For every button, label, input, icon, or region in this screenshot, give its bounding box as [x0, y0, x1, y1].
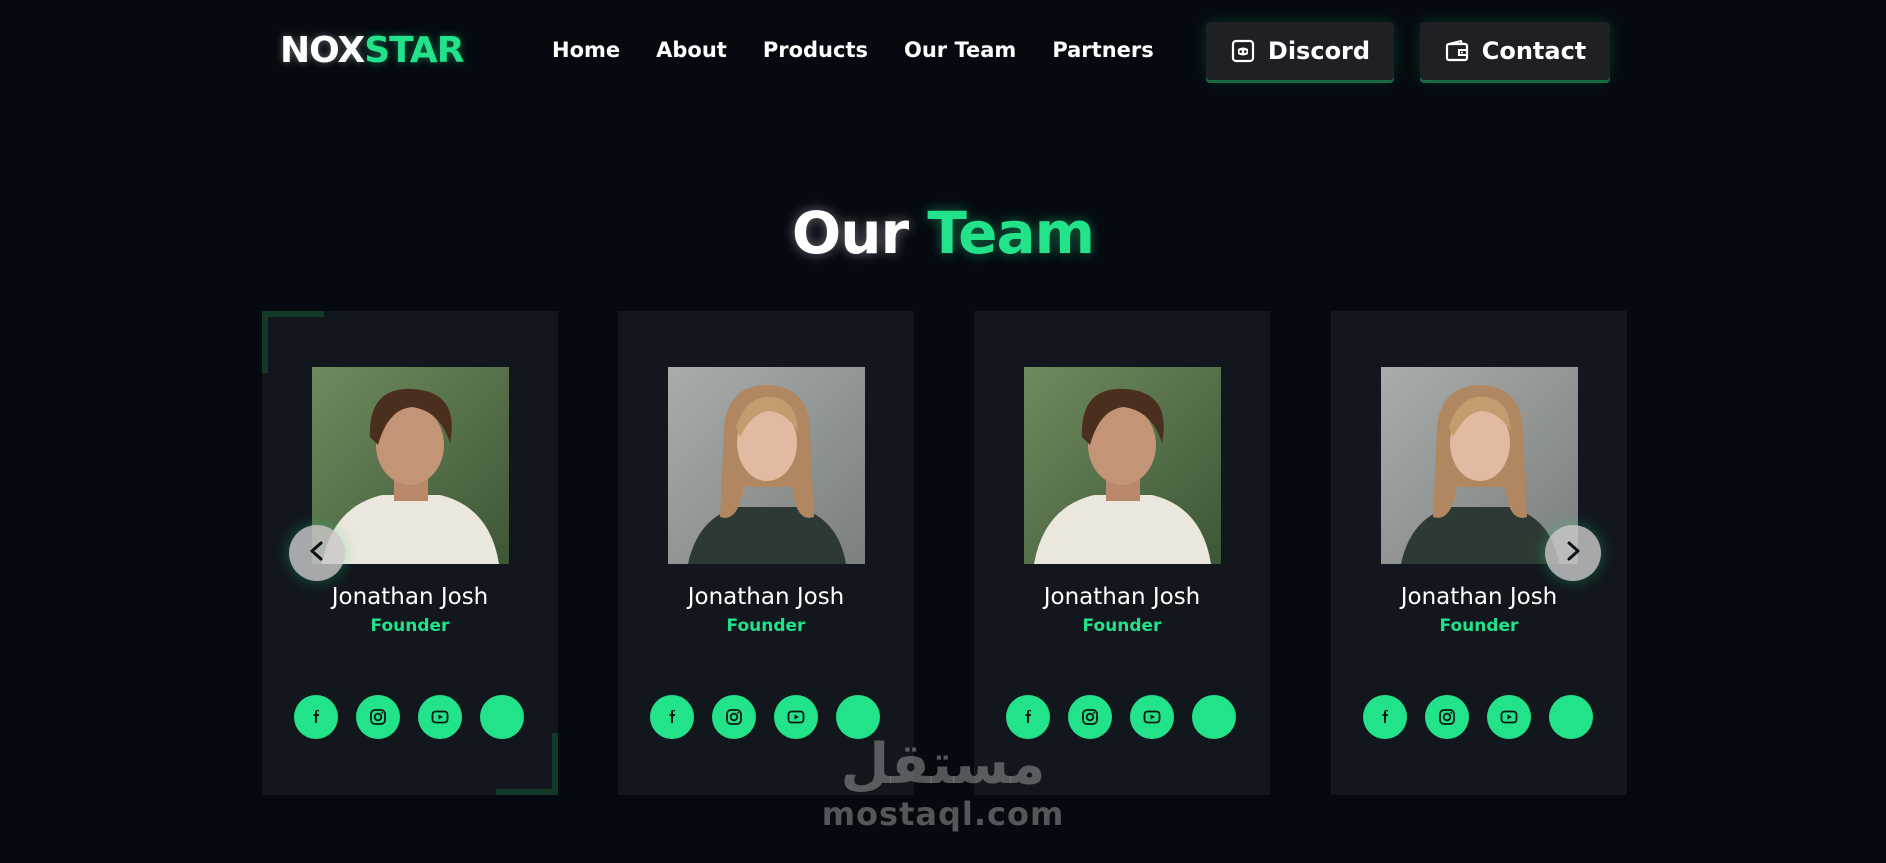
contact-button[interactable]: Contact [1420, 22, 1610, 80]
carousel-prev-button[interactable] [289, 525, 345, 581]
member-role: Founder [726, 616, 806, 636]
social-links [1006, 695, 1236, 739]
nav-products[interactable]: Products [763, 38, 868, 62]
nav-home[interactable]: Home [552, 38, 620, 62]
wallet-icon [1444, 38, 1470, 64]
discord-icon [1230, 38, 1256, 64]
contact-button-label: Contact [1481, 37, 1587, 65]
team-card: Jonathan Josh Founder [618, 311, 914, 795]
blank-icon[interactable] [480, 695, 524, 739]
nav-partners[interactable]: Partners [1052, 38, 1153, 62]
member-role: Founder [370, 616, 450, 636]
instagram-icon[interactable] [712, 695, 756, 739]
team-card: Jonathan Josh Founder [974, 311, 1270, 795]
instagram-icon[interactable] [1425, 695, 1469, 739]
social-links [294, 695, 524, 739]
youtube-icon[interactable] [774, 695, 818, 739]
youtube-icon[interactable] [418, 695, 462, 739]
chevron-right-icon [1562, 540, 1584, 566]
discord-button[interactable]: Discord [1206, 22, 1394, 80]
member-name: Jonathan Josh [331, 584, 489, 610]
member-role: Founder [1439, 616, 1519, 636]
card-corner-accent [262, 311, 324, 373]
logo-text-nox: NOX [280, 30, 365, 71]
main-nav: Home About Products Our Team Partners [552, 38, 1190, 62]
blank-icon[interactable] [1192, 695, 1236, 739]
blank-icon[interactable] [1549, 695, 1593, 739]
carousel-next-button[interactable] [1545, 525, 1601, 581]
member-photo [312, 367, 509, 564]
discord-button-label: Discord [1267, 37, 1371, 65]
section-title-word-1: Our [791, 198, 909, 267]
facebook-icon[interactable] [294, 695, 338, 739]
social-links [1363, 695, 1593, 739]
member-photo [1381, 367, 1578, 564]
instagram-icon[interactable] [1068, 695, 1112, 739]
youtube-icon[interactable] [1130, 695, 1174, 739]
logo-text-star: STAR [364, 30, 464, 71]
member-name: Jonathan Josh [1400, 584, 1558, 610]
member-role: Founder [1082, 616, 1162, 636]
youtube-icon[interactable] [1487, 695, 1531, 739]
facebook-icon[interactable] [1363, 695, 1407, 739]
member-name: Jonathan Josh [687, 584, 845, 610]
facebook-icon[interactable] [1006, 695, 1050, 739]
member-photo [668, 367, 865, 564]
social-links [650, 695, 880, 739]
blank-icon[interactable] [836, 695, 880, 739]
member-photo [1024, 367, 1221, 564]
nav-about[interactable]: About [656, 38, 727, 62]
logo[interactable]: NOXSTAR [280, 30, 465, 71]
section-title: Our Team [0, 199, 1886, 267]
section-title-word-2: Team [927, 198, 1095, 267]
facebook-icon[interactable] [650, 695, 694, 739]
card-corner-accent [496, 733, 558, 795]
nav-our-team[interactable]: Our Team [904, 38, 1016, 62]
chevron-left-icon [306, 540, 328, 566]
watermark-latin: mostaql.com [821, 795, 1065, 833]
site-header: NOXSTAR Home About Products Our Team Par… [0, 0, 1886, 104]
member-name: Jonathan Josh [1043, 584, 1201, 610]
instagram-icon[interactable] [356, 695, 400, 739]
